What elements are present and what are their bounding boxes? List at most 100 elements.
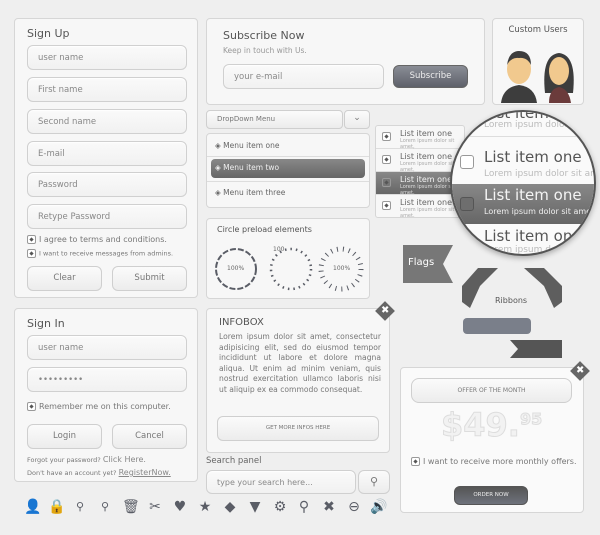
- diamond-icon: ◈: [215, 141, 221, 150]
- menu-item-three[interactable]: ◈ Menu item three: [215, 188, 285, 197]
- zoom-item-title: List item one: [484, 186, 582, 204]
- checkbox-icon: [27, 249, 36, 258]
- email-input[interactable]: your e-mail: [223, 64, 384, 89]
- magnifier-lens: List item one Lorem ipsum dolor sit amet…: [450, 110, 596, 256]
- lock-icon[interactable]: 🔒: [48, 499, 65, 515]
- signin-username-field[interactable]: user name: [27, 335, 187, 360]
- list-item-title: List item one: [400, 198, 453, 207]
- trash-icon[interactable]: 🗑: [122, 499, 140, 515]
- offer-price: $49.95: [441, 406, 543, 445]
- signin-password-field[interactable]: •••••••••: [27, 367, 187, 392]
- username-field[interactable]: user name: [27, 45, 187, 70]
- retype-password-field[interactable]: Retype Password: [27, 204, 187, 229]
- menu-item-label: Menu item one: [223, 141, 280, 150]
- zoom-in-icon[interactable]: ⚲: [72, 499, 88, 515]
- offer-panel: OFFER OF THE MONTH $49.95 I want to rece…: [400, 367, 584, 513]
- password-field[interactable]: Password: [27, 172, 187, 197]
- infobox-title: INFOBOX: [219, 317, 264, 328]
- checkbox-icon: [382, 178, 391, 187]
- ribbon-shapes: [462, 268, 562, 358]
- firstname-field[interactable]: First name: [27, 77, 187, 102]
- receive-label: I want to receive messages from admins.: [39, 249, 174, 258]
- list-item-title: List item one: [400, 129, 453, 138]
- cancel-button[interactable]: Cancel: [112, 424, 187, 449]
- preload-panel: Circle preload elements 100% 100 100%: [206, 218, 370, 299]
- scissors-icon[interactable]: ✂: [147, 499, 163, 515]
- diamond-icon: ◈: [215, 188, 221, 197]
- agree-checkbox[interactable]: I agree to terms and conditions.: [27, 235, 167, 244]
- zoom-out-icon[interactable]: ⚲: [97, 499, 113, 515]
- zoom-item-title: List item one: [484, 148, 582, 166]
- checkbox-icon: [27, 235, 36, 244]
- agree-label: I agree to terms and conditions.: [39, 235, 167, 244]
- register-line: Don't have an account yet? RegisterNow.: [27, 468, 171, 477]
- list-item[interactable]: List item one Lorem ipsum dolor sit amet,: [376, 126, 464, 150]
- subscribe-button[interactable]: Subscribe: [393, 65, 468, 88]
- infobox-text: Lorem ipsum dolor sit amet, consectetur …: [219, 332, 381, 394]
- checkbox-icon: [411, 457, 420, 466]
- checkbox-icon: [27, 402, 36, 411]
- menu-item-label: Menu item three: [223, 188, 286, 197]
- search-button[interactable]: ⚲: [358, 470, 390, 494]
- zoom-item-title: List item one: [484, 227, 582, 245]
- female-avatar-icon: [544, 53, 574, 103]
- zoom-item-sub: Lorem ipsum dolor sit amet,: [484, 245, 594, 255]
- clear-button[interactable]: Clear: [27, 266, 102, 291]
- receive-checkbox[interactable]: I want to receive messages from admins.: [27, 249, 173, 258]
- divider: [207, 181, 369, 182]
- preload-value-2: 100: [273, 246, 285, 253]
- custom-users-panel: Custom Users: [492, 18, 584, 105]
- diamond-icon: ◈: [215, 163, 221, 172]
- dropdown-menu[interactable]: DropDown Menu: [206, 110, 343, 129]
- chevron-down-icon: ⌄: [353, 113, 361, 123]
- remember-label: Remember me on this computer.: [39, 402, 171, 411]
- zoom-item-sub: Lorem ipsum dolor sit amet,: [484, 207, 596, 216]
- divider: [207, 156, 369, 157]
- speech-bubble-icon[interactable]: ◆: [222, 499, 238, 515]
- signup-title: Sign Up: [27, 27, 70, 40]
- login-button[interactable]: Login: [27, 424, 102, 449]
- click-here-link[interactable]: Click Here.: [103, 455, 146, 464]
- email-field[interactable]: E-mail: [27, 141, 187, 166]
- infobox-panel: INFOBOX Lorem ipsum dolor sit amet, cons…: [206, 308, 390, 453]
- map-marker-icon[interactable]: ⚲: [296, 499, 312, 515]
- price-cents: 95: [519, 409, 543, 429]
- remember-checkbox[interactable]: Remember me on this computer.: [27, 402, 171, 411]
- ribbons-label: Ribbons: [495, 296, 528, 305]
- dropdown-list: ◈ Menu item one ◈ Menu item two ◈ Menu i…: [206, 133, 370, 208]
- secondname-field[interactable]: Second name: [27, 109, 187, 134]
- submit-button[interactable]: Submit: [112, 266, 187, 291]
- register-link[interactable]: RegisterNow.: [119, 468, 171, 477]
- close-circle-icon[interactable]: ✖: [321, 499, 337, 515]
- user-avatars: [501, 51, 574, 103]
- search-input[interactable]: type your search here...: [206, 470, 356, 494]
- no-account-text: Don't have an account yet?: [27, 469, 117, 477]
- checkbox-icon: [460, 197, 474, 211]
- search-icon: ⚲: [369, 475, 379, 488]
- gear-icon[interactable]: ⚙: [272, 499, 288, 515]
- preload-value-1: 100%: [227, 265, 245, 272]
- checkbox-icon: [382, 132, 391, 141]
- order-now-button[interactable]: ORDER NOW: [454, 486, 528, 505]
- checkbox-icon: [382, 155, 391, 164]
- dropdown-arrow-button[interactable]: ⌄: [344, 110, 370, 129]
- minus-circle-icon[interactable]: ⊖: [346, 499, 362, 515]
- pin-icon[interactable]: ▼: [247, 499, 263, 515]
- signin-panel: Sign In user name ••••••••• Remember me …: [14, 308, 198, 482]
- checkbox-icon: [460, 155, 474, 169]
- list-item-title: List item one: [400, 175, 453, 184]
- preload-value-3: 100%: [333, 265, 351, 272]
- menu-item-one[interactable]: ◈ Menu item one: [215, 141, 279, 150]
- signin-title: Sign In: [27, 317, 65, 330]
- monthly-offers-checkbox[interactable]: I want to receive more monthly offers.: [411, 457, 577, 466]
- get-more-infos-button[interactable]: GET MORE INFOS HERE: [217, 416, 379, 441]
- subscribe-panel: Subscribe Now Keep in touch with Us. you…: [206, 18, 485, 105]
- preload-title: Circle preload elements: [217, 225, 312, 234]
- speaker-icon[interactable]: 🔊: [370, 499, 387, 515]
- list-item-title: List item one: [400, 152, 453, 161]
- signup-panel: Sign Up user name First name Second name…: [14, 18, 198, 298]
- user-icon[interactable]: 👤: [24, 499, 41, 515]
- menu-item-two[interactable]: ◈ Menu item two: [211, 159, 365, 178]
- heart-icon[interactable]: ♥: [172, 499, 188, 515]
- star-icon[interactable]: ★: [197, 499, 213, 515]
